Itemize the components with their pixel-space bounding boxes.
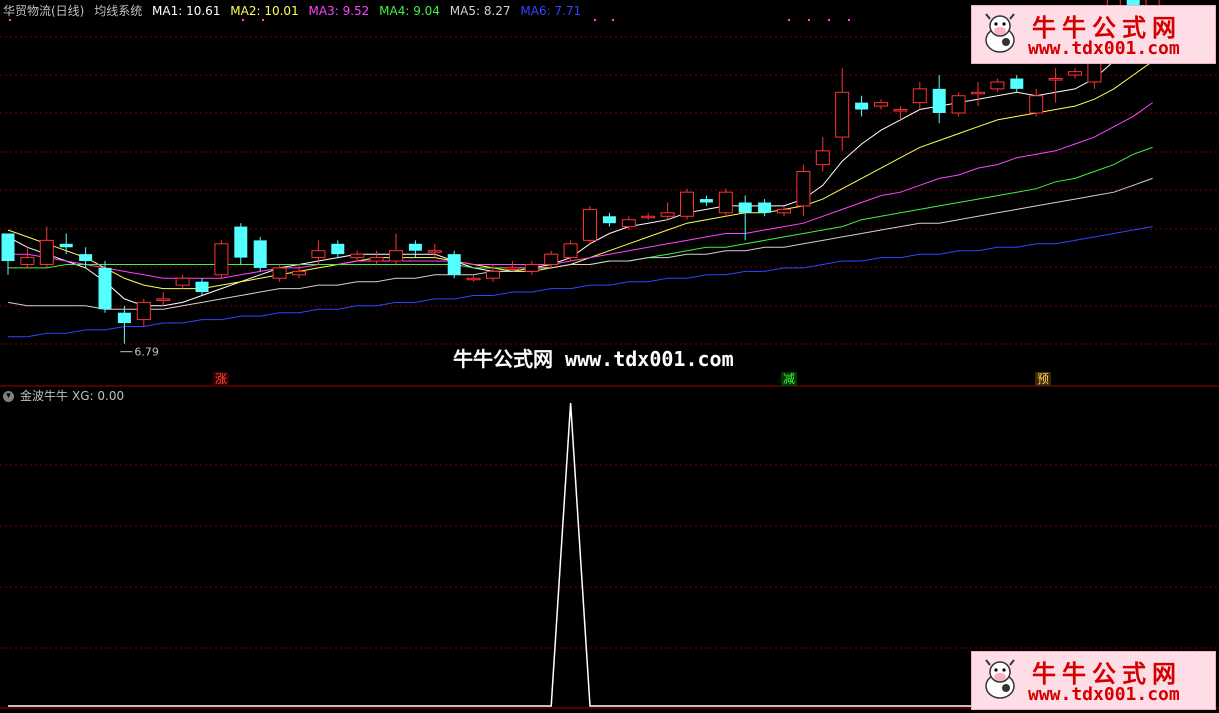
ma6-value: MA6: 7.71 xyxy=(520,4,582,18)
signal-dot xyxy=(848,19,850,21)
candle-body xyxy=(292,270,306,276)
lower-indicator-name[interactable]: 金波牛牛 xyxy=(20,389,68,403)
candle-body xyxy=(39,239,54,265)
signal-dot xyxy=(808,19,810,21)
candle-body xyxy=(253,240,267,268)
logo-url: www.tdx001.com xyxy=(1028,684,1180,705)
candle-body xyxy=(1048,78,1063,81)
signal-dot xyxy=(788,19,790,21)
candle-body xyxy=(738,202,752,213)
candle-body xyxy=(951,95,966,114)
candle-body xyxy=(98,267,112,310)
candle-body xyxy=(466,277,481,281)
candle-body xyxy=(447,254,461,275)
candle-body xyxy=(1,233,15,262)
signal-dot xyxy=(262,19,264,21)
candle-body xyxy=(544,253,559,265)
low-label: 6.79 xyxy=(134,346,159,359)
signal-zhang: 涨 xyxy=(213,372,230,386)
candle-body xyxy=(796,171,811,207)
candle-body xyxy=(369,257,384,262)
candle-body xyxy=(893,109,908,112)
candle-body xyxy=(79,254,93,262)
candle-body xyxy=(932,88,946,113)
ma-line-ma5 xyxy=(7,177,1153,310)
ma1-value: MA1: 10.61 xyxy=(152,4,221,18)
candle-body xyxy=(1010,78,1024,89)
candle-body xyxy=(758,202,772,213)
candle-body xyxy=(214,243,229,276)
candle-body xyxy=(835,91,850,138)
candle-body xyxy=(505,267,520,270)
candle-body xyxy=(195,281,209,293)
signal-jian: 减 xyxy=(781,372,798,386)
ma4-value: MA4: 9.04 xyxy=(379,4,440,18)
candle-body xyxy=(486,270,500,279)
candle-body xyxy=(699,199,713,203)
candle-body xyxy=(311,250,326,259)
candle-body xyxy=(117,312,131,324)
candle-body xyxy=(971,91,985,95)
lower-header: ▾ 金波牛牛 XG: 0.00 xyxy=(3,388,130,404)
ma-line-ma2 xyxy=(7,60,1153,290)
signal-dot xyxy=(828,19,830,21)
candle-body xyxy=(660,212,675,217)
candle-body xyxy=(583,208,597,241)
candle-body xyxy=(777,208,791,214)
candle-body xyxy=(408,243,422,251)
candle-body xyxy=(272,267,287,279)
logo-top: 牛牛公式网 www.tdx001.com xyxy=(971,5,1216,64)
candle-body xyxy=(874,102,888,107)
cow-icon xyxy=(985,13,1015,53)
candle-body xyxy=(331,243,345,255)
candle-body xyxy=(427,250,442,253)
signal-dot xyxy=(242,19,244,21)
signal-dot xyxy=(612,19,614,21)
signal-dot xyxy=(9,19,11,21)
ma2-value: MA2: 10.01 xyxy=(230,4,299,18)
candle-body xyxy=(912,88,927,104)
candle-body xyxy=(718,191,733,214)
candle-body xyxy=(136,301,151,321)
signal-yu: 预 xyxy=(1035,372,1052,386)
candle-body xyxy=(234,226,248,258)
candle-body xyxy=(680,191,694,217)
candle-body xyxy=(815,150,830,166)
candle-body xyxy=(990,81,1005,90)
candle-body xyxy=(621,219,636,228)
upper-header: 华贸物流(日线) 均线系统 MA1: 10.61 MA2: 10.01 MA3:… xyxy=(3,3,587,19)
candle-body xyxy=(1029,95,1044,114)
candle-body xyxy=(563,243,578,259)
candle-body xyxy=(524,263,539,272)
candle-body xyxy=(641,215,656,219)
candle-body xyxy=(175,277,190,286)
indicator-name[interactable]: 均线系统 xyxy=(94,4,142,18)
candle-body xyxy=(156,298,171,301)
cow-icon xyxy=(985,659,1015,699)
logo-bottom: 牛牛公式网 www.tdx001.com xyxy=(971,651,1216,710)
candle-body xyxy=(1068,71,1082,76)
stock-name[interactable]: 华贸物流(日线) xyxy=(3,4,84,18)
candle-body xyxy=(855,102,869,110)
ma5-value: MA5: 8.27 xyxy=(449,4,511,18)
candle-body xyxy=(350,253,365,259)
ma3-value: MA3: 9.52 xyxy=(308,4,370,18)
candle-body xyxy=(20,257,35,265)
candle-body xyxy=(602,216,616,224)
candle-body xyxy=(59,243,73,248)
candle-body xyxy=(389,250,403,262)
logo-url: www.tdx001.com xyxy=(1028,38,1180,59)
watermark-text: 牛牛公式网 www.tdx001.com xyxy=(453,347,734,371)
collapse-icon[interactable]: ▾ xyxy=(3,391,14,402)
xg-value: XG: 0.00 xyxy=(72,389,125,403)
signal-dot xyxy=(594,19,596,21)
